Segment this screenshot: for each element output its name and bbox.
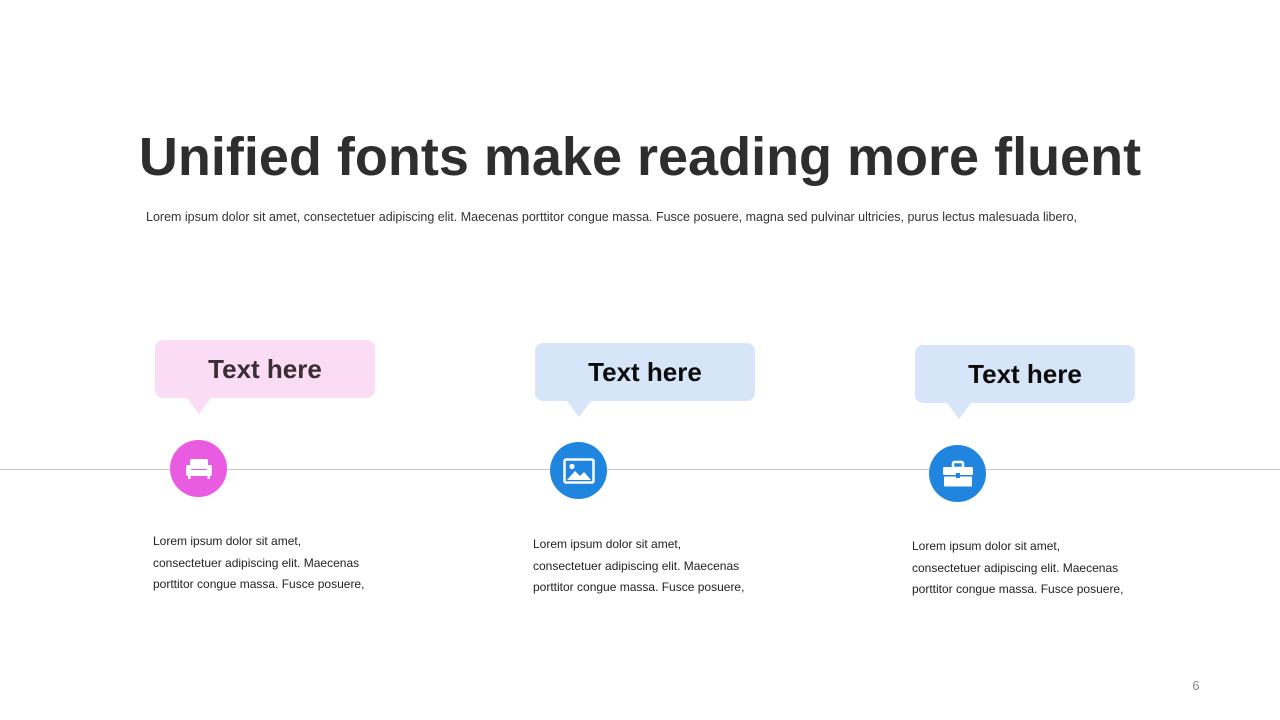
item-1-description: Lorem ipsum dolor sit amet, consectetuer… (153, 531, 393, 596)
item-3-heading: Text here (968, 358, 1082, 389)
item-3-icon-circle (929, 445, 986, 502)
page-number: 6 (1192, 678, 1200, 693)
slide-title: Unified fonts make reading more fluent (138, 127, 1142, 187)
slide: Unified fonts make reading more fluent L… (0, 0, 1280, 720)
image-icon (562, 457, 595, 484)
item-3-body-line: Lorem ipsum dolor sit amet, (912, 539, 1061, 553)
item-1-body-line: consectetuer adipiscing elit. Maecenas (153, 555, 360, 570)
item-3-body-line: porttitor congue massa. Fusce posuere, (912, 582, 1124, 596)
item-2-body-line: consectetuer adipiscing elit. Maecenas (533, 558, 740, 573)
bubble-tail (567, 401, 591, 417)
item-2-heading-bubble: Text here (535, 343, 755, 417)
bubble-tail (947, 403, 971, 419)
bubble-tail (187, 398, 211, 414)
item-3-description: Lorem ipsum dolor sit amet, consectetuer… (912, 536, 1152, 601)
item-2-heading: Text here (588, 356, 702, 387)
sofa-icon (185, 458, 212, 479)
item-3-body-line: consectetuer adipiscing elit. Maecenas (912, 560, 1119, 575)
slide-subtitle: Lorem ipsum dolor sit amet, consectetuer… (146, 210, 1078, 224)
item-1-heading: Text here (208, 353, 322, 384)
item-2-icon-circle (550, 442, 607, 499)
item-3-heading-bubble: Text here (915, 345, 1135, 419)
item-1-icon-circle (170, 440, 227, 497)
item-1-body-line: porttitor congue massa. Fusce posuere, (153, 577, 365, 591)
item-2-body-line: Lorem ipsum dolor sit amet, (533, 537, 682, 551)
item-1-heading-bubble: Text here (155, 340, 375, 414)
briefcase-icon (942, 460, 973, 486)
item-2-body-line: porttitor congue massa. Fusce posuere, (533, 580, 745, 594)
item-1-body-line: Lorem ipsum dolor sit amet, (153, 534, 302, 548)
item-2-description: Lorem ipsum dolor sit amet, consectetuer… (533, 534, 773, 599)
